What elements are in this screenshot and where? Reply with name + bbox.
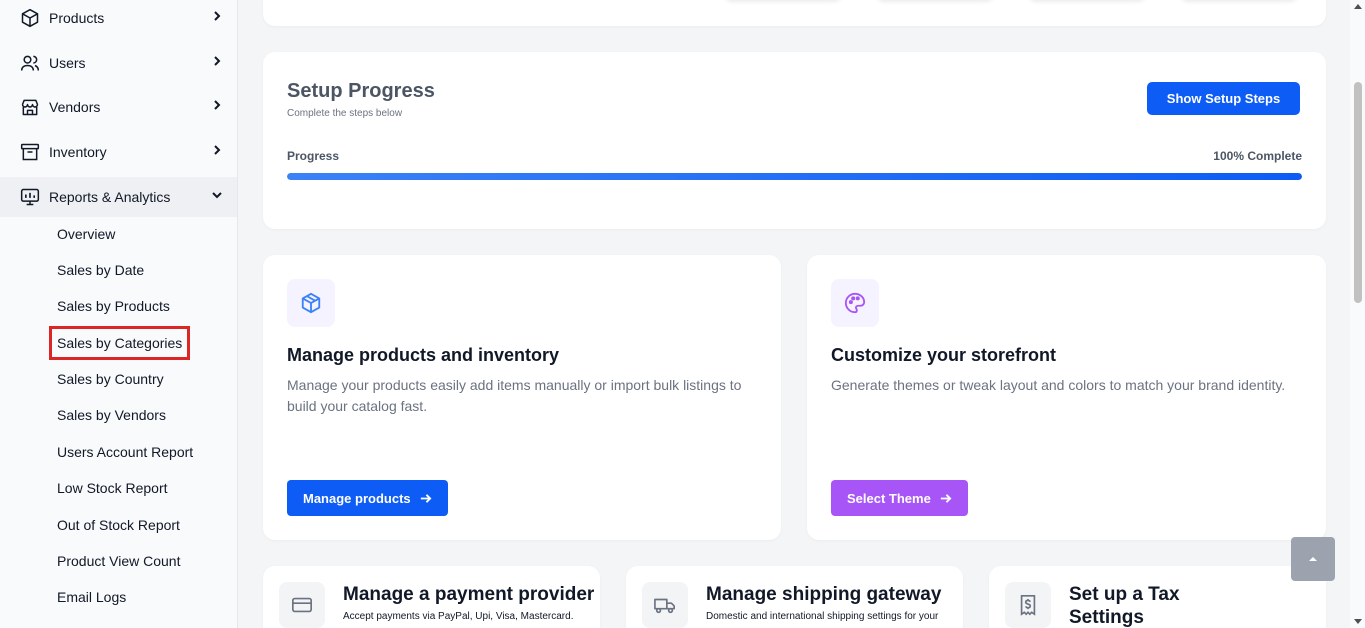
sidebar-subitem-sales-by-vendors[interactable]: Sales by Vendors	[57, 406, 166, 424]
sidebar-subitem-sales-by-country[interactable]: Sales by Country	[57, 370, 164, 388]
sidebar-subitem-sales-by-date[interactable]: Sales by Date	[57, 261, 144, 279]
sidebar-item-label: Inventory	[49, 144, 107, 160]
feature-icon-box	[287, 279, 335, 327]
button-label: Manage products	[303, 490, 411, 506]
sidebar-subitem-sales-by-categories[interactable]: Sales by Categories	[48, 326, 191, 360]
sidebar: Products Users Vendors Inventory Reports…	[0, 0, 238, 628]
progress-bar	[287, 173, 1302, 180]
card-description: Accept payments via PayPal, Upi, Visa, M…	[343, 611, 574, 622]
archive-icon	[20, 142, 40, 162]
sidebar-item-products[interactable]: Products	[0, 0, 237, 38]
feature-card-products: Manage products and inventory Manage you…	[263, 255, 781, 540]
chevron-up-icon	[1309, 557, 1317, 561]
scroll-down-arrow[interactable]	[1354, 619, 1362, 624]
sidebar-item-users[interactable]: Users	[0, 43, 237, 83]
cube-icon	[301, 292, 321, 314]
progress-percent: 100% Complete	[1213, 149, 1302, 163]
palette-icon	[844, 292, 866, 314]
truck-icon	[654, 598, 675, 614]
credit-card-icon	[292, 597, 312, 613]
scroll-up-arrow[interactable]	[1354, 4, 1362, 9]
chevron-right-icon	[214, 56, 221, 66]
receipt-dollar-icon	[1020, 595, 1036, 616]
card-title: Set up a Tax Settings	[1069, 584, 1180, 628]
show-setup-steps-button[interactable]: Show Setup Steps	[1147, 82, 1300, 115]
sidebar-subitem-sales-by-products[interactable]: Sales by Products	[57, 297, 170, 315]
select-theme-button[interactable]: Select Theme	[831, 480, 968, 516]
monitor-chart-icon	[20, 187, 40, 207]
arrow-right-icon	[940, 493, 952, 503]
sidebar-item-label: Users	[49, 55, 86, 71]
sidebar-subitem-out-of-stock-report[interactable]: Out of Stock Report	[57, 516, 180, 534]
card-title: Manage shipping gateway	[706, 584, 942, 605]
sidebar-subitem-overview[interactable]: Overview	[57, 225, 115, 243]
card-description: Domestic and international shipping sett…	[706, 611, 939, 622]
payment-provider-card[interactable]: Manage a payment provider Accept payment…	[263, 566, 600, 628]
feature-description: Manage your products easily add items ma…	[287, 377, 742, 414]
feature-icon-box	[831, 279, 879, 327]
sidebar-item-inventory[interactable]: Inventory	[0, 132, 237, 172]
chevron-right-icon	[214, 145, 221, 155]
progress-bar-fill	[287, 173, 1302, 180]
stats-card	[263, 0, 1326, 26]
page-scrollbar[interactable]	[1350, 0, 1365, 628]
feature-title: Customize your storefront	[831, 345, 1057, 365]
setup-progress-card: Setup Progress Complete the steps below …	[263, 52, 1326, 229]
arrow-right-icon	[420, 493, 432, 503]
sidebar-item-label: Reports & Analytics	[49, 189, 171, 205]
sidebar-subitem-product-view-count[interactable]: Product View Count	[57, 552, 180, 570]
sidebar-item-reports-analytics[interactable]: Reports & Analytics	[0, 177, 237, 217]
sidebar-subitem-users-account-report[interactable]: Users Account Report	[57, 443, 193, 461]
sidebar-item-label: Products	[49, 10, 105, 26]
scroll-to-top-button[interactable]	[1291, 537, 1335, 581]
bottom-icon-box	[642, 582, 688, 628]
setup-subtitle: Complete the steps below	[287, 108, 403, 119]
bottom-icon-box	[1005, 582, 1051, 628]
button-label: Select Theme	[847, 490, 931, 506]
chevron-down-icon	[212, 192, 222, 199]
manage-products-button[interactable]: Manage products	[287, 480, 448, 516]
bottom-icon-box	[279, 582, 325, 628]
setup-title: Setup Progress	[287, 80, 435, 102]
progress-label: Progress	[287, 149, 340, 163]
shipping-gateway-card[interactable]: Manage shipping gateway Domestic and int…	[626, 566, 963, 628]
store-icon	[20, 97, 40, 117]
chevron-right-icon	[214, 100, 221, 110]
feature-title: Manage products and inventory	[287, 345, 560, 365]
users-icon	[20, 53, 40, 73]
feature-description: Generate themes or tweak layout and colo…	[831, 377, 1286, 393]
sidebar-subitem-email-logs[interactable]: Email Logs	[57, 588, 126, 606]
box-icon	[20, 8, 40, 28]
sidebar-subitem-low-stock-report[interactable]: Low Stock Report	[57, 479, 168, 497]
scrollbar-thumb[interactable]	[1354, 82, 1362, 303]
card-title: Manage a payment provider	[343, 584, 595, 605]
chevron-right-icon	[214, 11, 221, 21]
feature-card-storefront: Customize your storefront Generate theme…	[807, 255, 1326, 540]
tax-settings-card[interactable]: Set up a Tax Settings	[989, 566, 1326, 628]
sidebar-item-vendors[interactable]: Vendors	[0, 87, 237, 127]
sidebar-item-label: Vendors	[49, 99, 101, 115]
